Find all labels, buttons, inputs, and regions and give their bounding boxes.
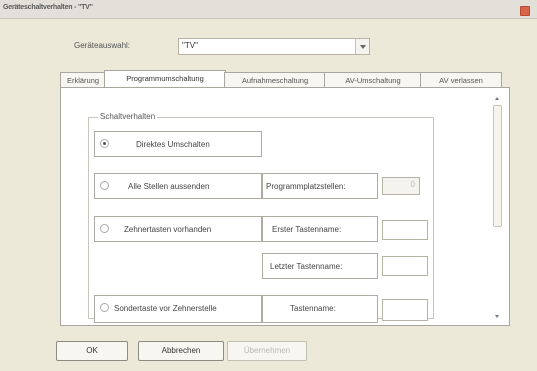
dialog-window: Geräteschaltverhalten - "TV" Geräteauswa… bbox=[0, 0, 537, 371]
device-select-value: "TV" bbox=[182, 41, 198, 50]
tab-label: AV-Umschaltung bbox=[345, 76, 401, 85]
close-icon[interactable] bbox=[520, 6, 530, 16]
programmplatzstellen-field[interactable]: 0 bbox=[382, 177, 420, 195]
last-key-label: Letzter Tastenname: bbox=[270, 262, 343, 271]
last-key-field[interactable] bbox=[382, 256, 428, 276]
tab-erklaerung[interactable]: Erklärung bbox=[60, 72, 106, 88]
scroll-down-icon[interactable] bbox=[493, 312, 502, 320]
device-select[interactable]: "TV" bbox=[178, 38, 370, 55]
tab-label: Aufnahmeschaltung bbox=[241, 76, 309, 85]
scroll-up-icon[interactable] bbox=[493, 95, 502, 103]
programmplatzstellen-label: Programmplatzstellen: bbox=[266, 182, 346, 191]
key-name-label: Tastenname: bbox=[290, 304, 336, 313]
radio-direct[interactable] bbox=[100, 139, 109, 148]
radio-special-key[interactable] bbox=[100, 303, 109, 312]
chevron-down-icon[interactable] bbox=[355, 39, 369, 54]
window-title: Geräteschaltverhalten - "TV" bbox=[3, 4, 93, 11]
tab-av-umschaltung[interactable]: AV-Umschaltung bbox=[324, 72, 422, 88]
option-all-stations-label: Alle Stellen aussenden bbox=[128, 182, 210, 191]
first-key-field[interactable] bbox=[382, 220, 428, 240]
option-special-key-label: Sondertaste vor Zehnerstelle bbox=[114, 304, 217, 313]
tab-label: Erklärung bbox=[66, 76, 100, 85]
cancel-button[interactable]: Abbrechen bbox=[138, 341, 224, 361]
tab-aufnahmeschaltung[interactable]: Aufnahmeschaltung bbox=[224, 72, 326, 88]
radio-all-stations[interactable] bbox=[100, 181, 109, 190]
device-select-label: Geräteauswahl: bbox=[74, 41, 131, 50]
apply-button[interactable]: Übernehmen bbox=[227, 341, 307, 361]
group-label: Schaltverhalten bbox=[98, 112, 158, 121]
tab-av-verlassen[interactable]: AV verlassen bbox=[420, 72, 502, 88]
option-number-keys-label: Zehnertasten vorhanden bbox=[124, 225, 212, 234]
scroll-thumb[interactable] bbox=[493, 105, 502, 227]
radio-number-keys[interactable] bbox=[100, 224, 109, 233]
vertical-scrollbar[interactable] bbox=[493, 95, 502, 320]
key-name-field[interactable] bbox=[382, 299, 428, 321]
title-bar[interactable]: Geräteschaltverhalten - "TV" bbox=[0, 0, 537, 19]
tab-label: Programmumschaltung bbox=[126, 74, 204, 83]
tab-label: AV verlassen bbox=[439, 76, 483, 85]
first-key-label: Erster Tastenname: bbox=[272, 225, 342, 234]
ok-button[interactable]: OK bbox=[56, 341, 128, 361]
programmplatzstellen-value: 0 bbox=[410, 180, 415, 189]
option-direct-label: Direktes Umschalten bbox=[136, 140, 210, 149]
